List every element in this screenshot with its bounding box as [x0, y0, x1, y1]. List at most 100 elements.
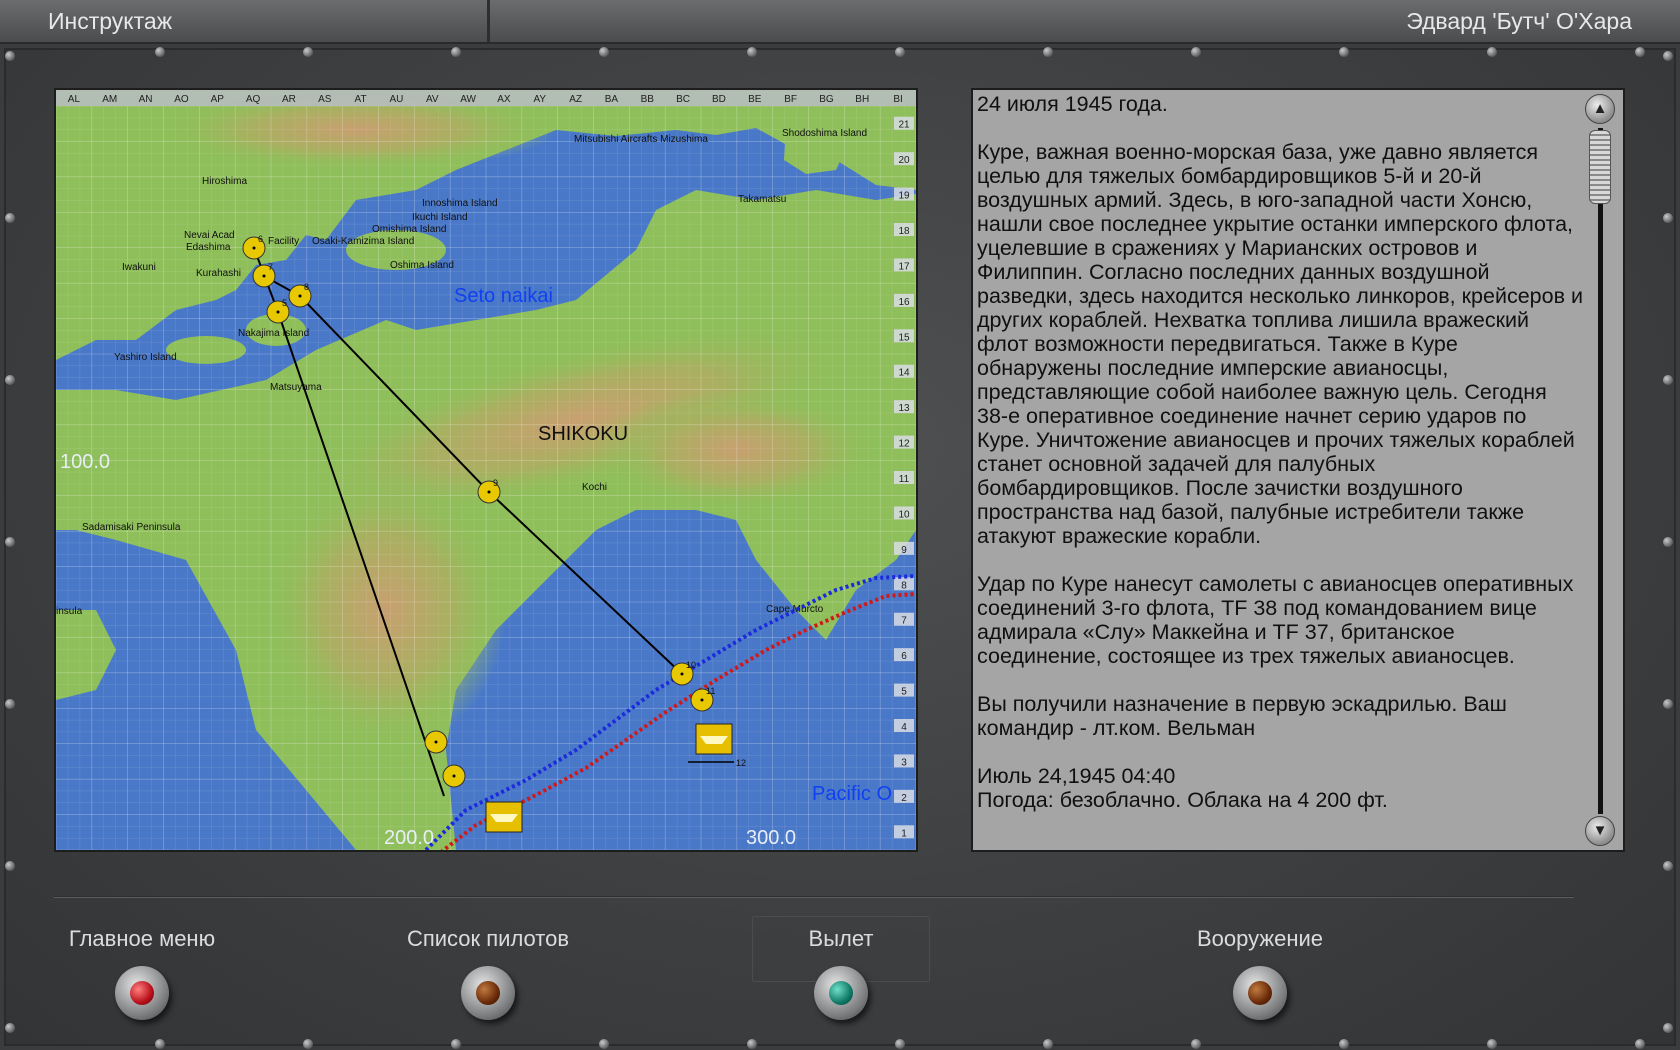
teal-lamp-icon — [829, 981, 853, 1005]
rivet-icon — [1339, 47, 1349, 57]
column-label: BI — [893, 94, 902, 105]
brown-lamp-icon — [1248, 981, 1272, 1005]
row-label: 9 — [901, 545, 907, 556]
main-menu-button[interactable]: Главное меню — [52, 926, 232, 1020]
place-kochi: Kochi — [582, 482, 607, 493]
row-label: 18 — [898, 226, 910, 237]
waypoint-center — [434, 740, 438, 744]
rivet-icon — [599, 47, 609, 57]
rivet-icon — [1663, 861, 1673, 871]
place-mizushima: Mitsubishi Aircrafts Mizushima — [574, 134, 708, 145]
rivet-icon — [747, 1039, 757, 1049]
column-label: AW — [460, 94, 476, 105]
place-kurahashi: Kurahashi — [196, 268, 241, 279]
rivet-icon — [5, 51, 15, 61]
row-label: 20 — [898, 155, 910, 166]
armament-knob[interactable] — [1233, 966, 1287, 1020]
pilot-name: Эдвард 'Бутч' О'Хара — [1406, 8, 1632, 34]
row-label: 7 — [901, 616, 907, 627]
rivet-icon — [1191, 47, 1201, 57]
label-shikoku: SHIKOKU — [538, 423, 628, 445]
pilot-list-knob[interactable] — [461, 966, 515, 1020]
briefing-text-panel[interactable]: 24 июля 1945 года. Куре, важная военно-м… — [971, 88, 1625, 852]
land-yashiro — [166, 336, 246, 364]
column-label: BG — [819, 94, 834, 105]
rivet-icon — [895, 47, 905, 57]
rivet-icon — [1487, 47, 1497, 57]
waypoint-number: 5 — [282, 298, 287, 308]
scroll-down-arrow-icon[interactable]: ▼ — [1585, 816, 1615, 846]
panel-divider — [54, 896, 1574, 898]
row-label: 13 — [898, 403, 910, 414]
place-hiroshima: Hiroshima — [202, 176, 247, 187]
place-cape: Cape Murcto — [766, 604, 824, 615]
place-yashiro: Yashiro Island — [114, 352, 177, 363]
column-label: BB — [641, 94, 655, 105]
top-bar: Инструктаж Эдвард 'Бутч' О'Хара — [0, 0, 1680, 44]
column-label: AV — [426, 94, 439, 105]
waypoint-center — [262, 274, 266, 278]
main-menu-knob[interactable] — [115, 966, 169, 1020]
column-label: BD — [712, 94, 726, 105]
rivet-icon — [451, 1039, 461, 1049]
place-peninsula: insula — [56, 606, 83, 617]
takeoff-knob[interactable] — [814, 966, 868, 1020]
scroll-track[interactable] — [1598, 128, 1603, 814]
row-label: 17 — [898, 261, 910, 272]
armament-button[interactable]: Вооружение — [1160, 926, 1360, 1020]
carrier-icon-2[interactable] — [485, 801, 523, 833]
place-takamatsu: Takamatsu — [738, 194, 786, 205]
rivet-icon — [1191, 1039, 1201, 1049]
rivet-icon — [895, 1039, 905, 1049]
place-innoshima: Innoshima Island — [422, 198, 498, 209]
column-label: BA — [605, 94, 619, 105]
takeoff-label: Вылет — [808, 926, 874, 951]
row-label: 21 — [898, 120, 910, 131]
row-label: 4 — [901, 722, 907, 733]
scale-label-200: 200.0 — [384, 827, 434, 849]
rivet-icon — [1663, 699, 1673, 709]
takeoff-button[interactable]: Вылет — [752, 926, 930, 1020]
rivet-icon — [1663, 51, 1673, 61]
rivet-icon — [1487, 1039, 1497, 1049]
column-label: AY — [533, 94, 546, 105]
scroll-thumb[interactable] — [1589, 130, 1611, 204]
column-label: AX — [497, 94, 511, 105]
place-nevai: Nevai Acad — [184, 230, 235, 241]
row-label: 15 — [898, 332, 910, 343]
rivet-icon — [5, 1023, 15, 1033]
column-label: AL — [68, 94, 81, 105]
row-labels: 212019181716151413121110987654321 — [894, 116, 914, 839]
row-label: 3 — [901, 757, 907, 768]
place-sadamisaki: Sadamisaki Peninsula — [82, 522, 181, 533]
row-label: 1 — [901, 828, 907, 839]
place-nakajima: Nakajima Island — [238, 328, 309, 339]
label-pacific: Pacific O — [812, 783, 892, 805]
brown-lamp-icon — [476, 981, 500, 1005]
map-canvas[interactable]: AL AM AN AO AP AQ AR AS AT AU AV AW AX AY AZ BA BB BC BD BE… — [56, 90, 916, 850]
rivet-icon — [1635, 47, 1645, 57]
pilot-list-button[interactable]: Список пилотов — [388, 926, 588, 1020]
waypoint-number: 10 — [686, 660, 696, 670]
rivet-icon — [451, 47, 461, 57]
place-matsuyama: Matsuyama — [270, 382, 322, 393]
scroll-up-arrow-icon[interactable]: ▲ — [1585, 94, 1615, 124]
waypoint-center — [680, 672, 684, 676]
rivet-icon — [5, 861, 15, 871]
rivet-icon — [747, 47, 757, 57]
rivet-icon — [303, 1039, 313, 1049]
column-label: AR — [282, 94, 296, 105]
waypoint-number: 6 — [258, 234, 263, 244]
label-seto-naikai: Seto naikai — [454, 285, 553, 307]
rivet-icon — [5, 537, 15, 547]
armament-label: Вооружение — [1196, 926, 1323, 951]
mission-map[interactable]: AL AM AN AO AP AQ AR AS AT AU AV AW AX AY AZ BA BB BC BD BE… — [54, 88, 918, 852]
column-label: AS — [318, 94, 332, 105]
column-label: BH — [855, 94, 869, 105]
column-label: AO — [174, 94, 189, 105]
column-label: BE — [748, 94, 762, 105]
svg-text:12: 12 — [736, 758, 746, 768]
row-label: 16 — [898, 297, 910, 308]
column-label: AP — [211, 94, 225, 105]
briefing-scrollbar[interactable]: ▲ ▼ — [1581, 92, 1619, 848]
